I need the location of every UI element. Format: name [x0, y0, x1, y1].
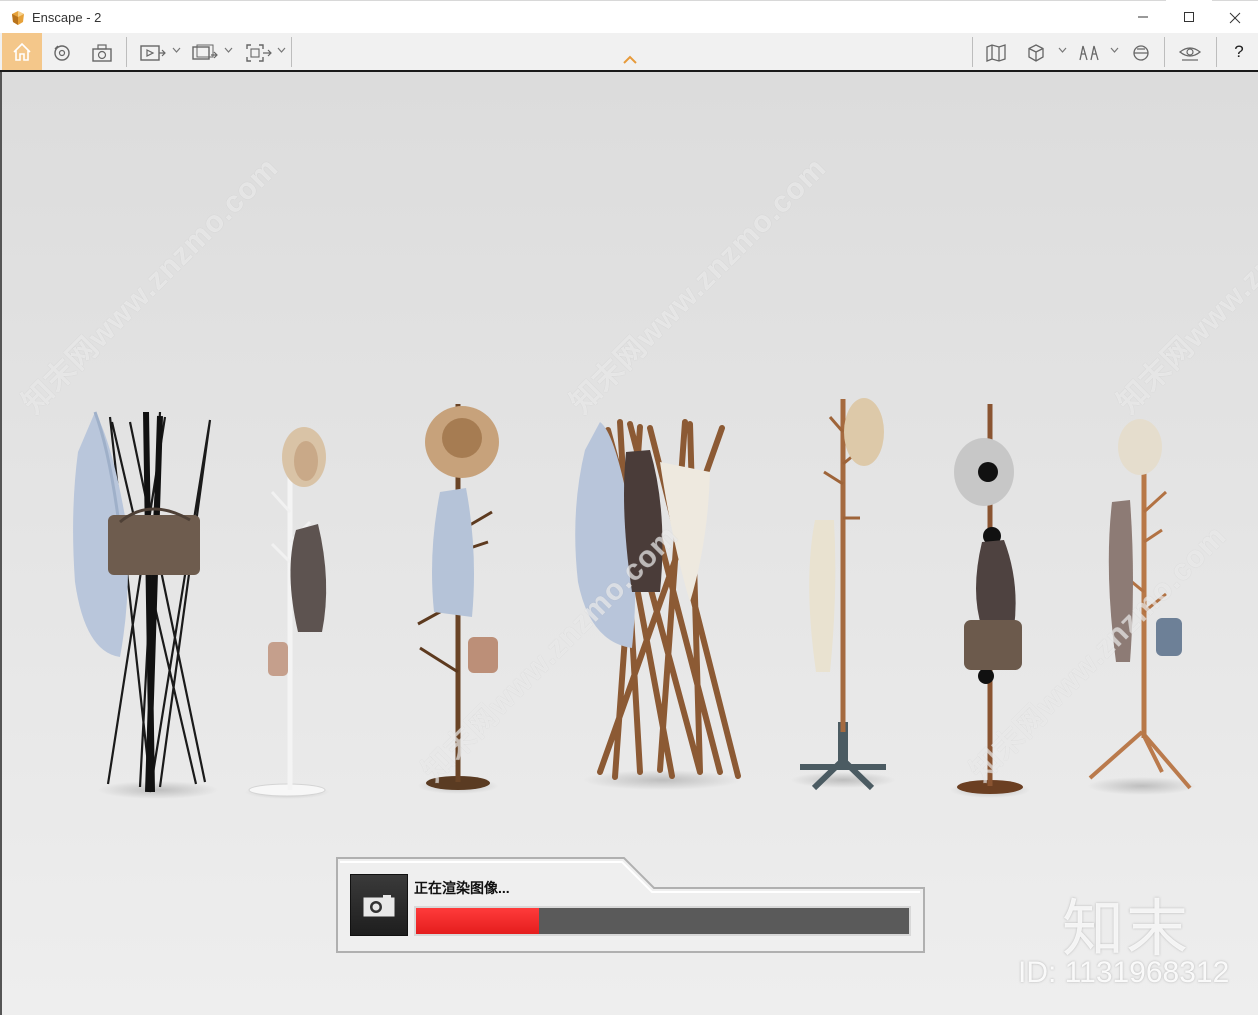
chevron-down-icon[interactable] [1058, 47, 1067, 53]
map-button[interactable] [984, 35, 1008, 71]
help-button[interactable]: ? [1226, 38, 1252, 66]
maximize-button[interactable] [1166, 0, 1212, 33]
asset-visibility-icon [1178, 47, 1202, 61]
render-status-label: 正在渲染图像... [414, 880, 510, 896]
close-button[interactable] [1212, 1, 1258, 34]
dialog-frame [336, 857, 925, 953]
orbit-icon [54, 45, 70, 61]
section-button[interactable] [1128, 35, 1154, 71]
view-cube-button[interactable] [1024, 35, 1048, 71]
home-icon [13, 42, 31, 61]
maximize-icon [1184, 11, 1194, 22]
asset-visibility-button[interactable] [1176, 35, 1204, 71]
batch-render-icon [192, 44, 218, 60]
toolbar-separator [291, 37, 292, 67]
toolbar-separator [1216, 37, 1217, 67]
toolbar-separator [126, 37, 127, 67]
render-progress-dialog: 正在渲染图像... [336, 856, 926, 954]
render-progress-fill [416, 908, 540, 934]
view-cube-icon [1028, 44, 1044, 62]
render-progress-bar [414, 906, 911, 936]
section-icon [1133, 45, 1149, 61]
chevron-down-icon[interactable] [277, 47, 286, 53]
coat-rack-pole-cross-base [791, 398, 895, 791]
screenshot-icon [92, 44, 112, 62]
enscape-logo-icon [10, 10, 26, 26]
toolbar: ? [0, 33, 1258, 72]
title-bar: Enscape - 2 [0, 0, 1258, 33]
chevron-down-icon[interactable] [224, 47, 233, 53]
chevron-up-icon[interactable] [622, 55, 638, 65]
video-editor-button[interactable] [138, 35, 168, 71]
screenshot-button[interactable] [90, 35, 114, 71]
export-icon [246, 44, 272, 62]
home-button[interactable] [2, 33, 42, 70]
chevron-down-icon[interactable] [172, 47, 181, 53]
close-icon [1229, 12, 1241, 23]
brand-logo-text: 知末 [1062, 892, 1191, 965]
map-icon [986, 44, 1006, 62]
asset-id-text: ID: 1131968312 [1018, 956, 1230, 989]
coat-rack-white [245, 427, 329, 799]
chevron-down-icon[interactable] [1110, 47, 1119, 53]
batch-render-button[interactable] [190, 35, 220, 71]
camera-icon [363, 895, 395, 917]
minimize-icon [1138, 16, 1148, 17]
toolbar-separator [972, 37, 973, 67]
coat-rack-black [73, 411, 218, 799]
window-title: Enscape - 2 [32, 10, 102, 25]
orbit-button[interactable] [50, 35, 74, 71]
toolbar-separator [1164, 37, 1165, 67]
export-button[interactable] [244, 35, 274, 71]
video-editor-icon [140, 45, 166, 61]
minimize-button-2[interactable] [1120, 0, 1166, 33]
visual-settings-button[interactable] [1076, 35, 1102, 71]
camera-badge [350, 874, 408, 936]
visual-settings-icon [1079, 45, 1099, 61]
